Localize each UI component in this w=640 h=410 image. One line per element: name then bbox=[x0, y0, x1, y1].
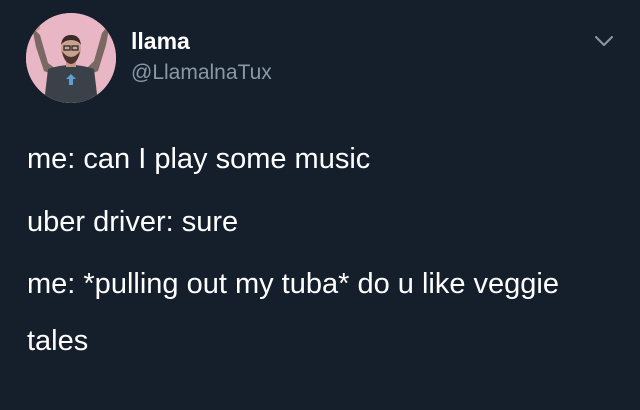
chevron-down-icon[interactable] bbox=[593, 33, 615, 49]
avatar[interactable] bbox=[26, 13, 116, 103]
username-handle[interactable]: @LlamalnaTux bbox=[131, 60, 272, 86]
tweet-text-line: me: *pulling out my tuba* do u like vegg… bbox=[27, 268, 559, 357]
tweet-text-line: me: can I play some music bbox=[27, 143, 371, 175]
tweet-card: llama @LlamalnaTux me: can I play some m… bbox=[0, 0, 640, 410]
display-name[interactable]: llama bbox=[131, 27, 190, 55]
tweet-text: me: can I play some music uber driver: s… bbox=[27, 140, 617, 370]
tweet-text-line: uber driver: sure bbox=[27, 206, 239, 238]
profile-photo bbox=[26, 13, 116, 103]
